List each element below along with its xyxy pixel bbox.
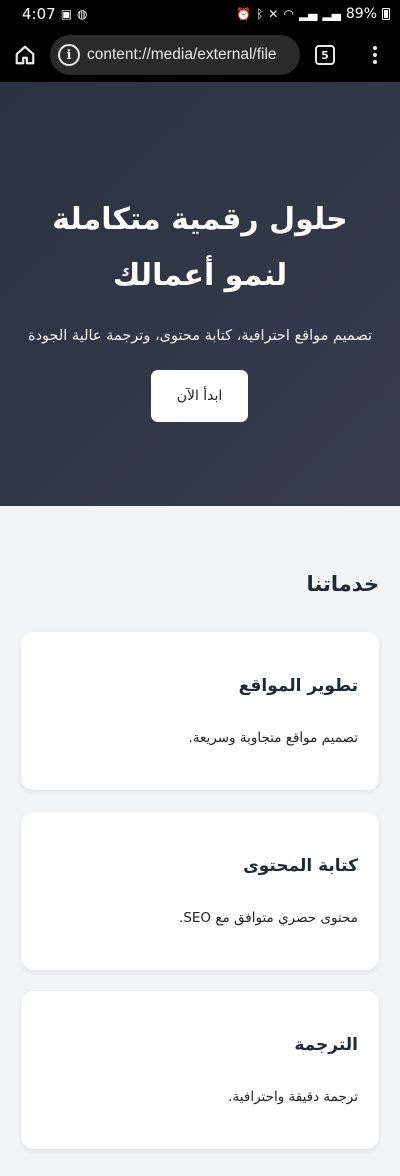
service-card-title: تطوير المواقع (238, 676, 358, 696)
hero-section: حلول رقمية متكاملة لنمو أعمالك تصميم موا… (0, 82, 400, 506)
signal-icon-2: ▂▄ (322, 7, 341, 21)
browser-toolbar: i content://media/external/file 5 (0, 28, 400, 82)
service-card-web-development: تطوير المواقع تصميم مواقع متجاوبة وسريعة… (21, 632, 379, 790)
start-now-button[interactable]: ابدأ الآن (151, 370, 248, 422)
menu-dot-icon (373, 46, 377, 50)
status-left: 4:07 ▣ ◍ (22, 5, 88, 23)
service-card-description: محتوى حصري متوافق مع SEO. (179, 910, 358, 926)
menu-dot-icon (373, 60, 377, 64)
address-bar[interactable]: i content://media/external/file (50, 35, 300, 75)
tab-count: 5 (315, 45, 335, 65)
home-icon (15, 45, 35, 65)
service-card-description: تصميم مواقع متجاوبة وسريعة. (188, 730, 358, 746)
service-card-content-writing: كتابة المحتوى محتوى حصري متوافق مع SEO. (21, 812, 379, 970)
alarm-icon: ⏰ (236, 7, 252, 21)
hero-title: حلول رقمية متكاملة لنمو أعمالك (52, 202, 348, 293)
hero-subtitle: تصميم مواقع احترافية، كتابة محتوى، وترجم… (27, 328, 373, 344)
status-right: ⏰ ᛒ ✕ ◠ ▂▄ ▂▄ 89% (236, 6, 390, 22)
status-bar: 4:07 ▣ ◍ ⏰ ᛒ ✕ ◠ ▂▄ ▂▄ 89% (0, 0, 400, 28)
tab-switcher-button[interactable]: 5 (300, 28, 350, 82)
wifi-icon: ◠ (283, 7, 294, 21)
service-card-description: ترجمة دقيقة واحترافية. (228, 1089, 358, 1105)
info-icon[interactable]: i (58, 44, 80, 66)
bluetooth-icon: ᛒ (256, 7, 264, 21)
home-button[interactable] (0, 28, 50, 82)
battery-percent: 89% (345, 6, 377, 22)
menu-dot-icon (373, 53, 377, 57)
service-card-translation: الترجمة ترجمة دقيقة واحترافية. (21, 991, 379, 1149)
service-card-title: الترجمة (294, 1035, 358, 1055)
mute-icon: ✕ (268, 7, 279, 21)
whatsapp-notification-icon: ◍ (77, 7, 88, 21)
services-heading: خدماتنا (306, 572, 380, 596)
gallery-notification-icon: ▣ (60, 7, 73, 21)
url-text[interactable]: content://media/external/file (87, 46, 277, 64)
battery-icon (382, 8, 390, 20)
service-card-title: كتابة المحتوى (243, 856, 358, 876)
status-time: 4:07 (22, 5, 56, 23)
signal-icon: ▂▄ (298, 7, 318, 21)
overflow-menu-button[interactable] (350, 28, 400, 82)
